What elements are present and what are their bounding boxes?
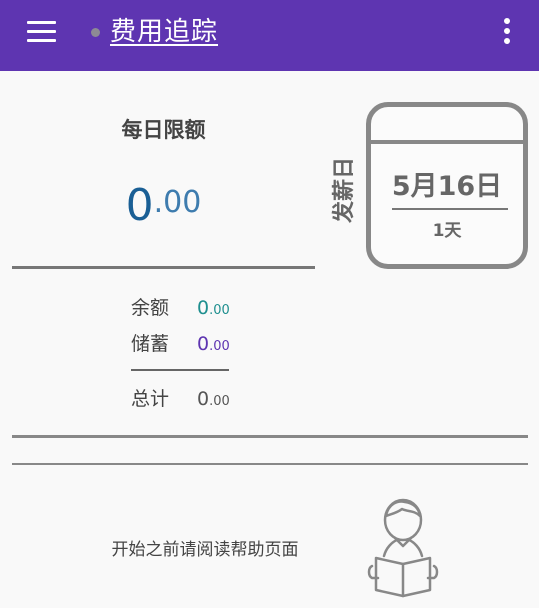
daily-limit-value: 0.00 <box>12 178 315 243</box>
app-title[interactable]: 费用追踪 <box>110 14 218 50</box>
daily-limit-value-dec: .00 <box>153 185 202 220</box>
daily-limit-label: 每日限额 <box>121 118 206 142</box>
total-value-dec: .00 <box>209 394 230 409</box>
app-bar: 费用追踪 <box>0 0 539 71</box>
balance-label: 余额 <box>131 297 170 319</box>
stats-divider <box>131 369 229 371</box>
daily-limit-value-int: 0 <box>125 180 154 231</box>
savings-value-dec: .00 <box>209 339 230 354</box>
divider <box>12 266 315 269</box>
status-dot <box>91 28 100 37</box>
section-divider-thin <box>12 463 528 465</box>
savings-label: 储蓄 <box>131 333 170 355</box>
total-value: 0.00 <box>197 385 230 416</box>
section-divider <box>12 435 528 438</box>
balance-value: 0.00 <box>197 294 230 325</box>
balance-value-dec: .00 <box>209 303 230 318</box>
calendar-header-band <box>371 140 523 144</box>
help-link[interactable]: 开始之前请阅读帮助页面 <box>70 536 340 564</box>
total-value-int: 0 <box>197 388 210 410</box>
more-vertical-icon[interactable] <box>498 16 516 46</box>
payday-calendar-button[interactable]: 5月16日 1天 <box>366 102 528 269</box>
person-reading-book-icon[interactable] <box>364 496 442 600</box>
payday-label: 发薪日 <box>327 150 363 230</box>
total-label: 总计 <box>131 388 170 410</box>
balance-value-int: 0 <box>197 297 210 319</box>
savings-value-int: 0 <box>197 333 210 355</box>
payday-label-text: 发薪日 <box>332 156 358 224</box>
savings-value: 0.00 <box>197 330 230 361</box>
payday-days-left: 1天 <box>432 221 462 241</box>
hamburger-menu-icon[interactable] <box>27 21 56 43</box>
calendar-divider <box>392 208 508 210</box>
payday-date: 5月16日 <box>391 171 503 202</box>
